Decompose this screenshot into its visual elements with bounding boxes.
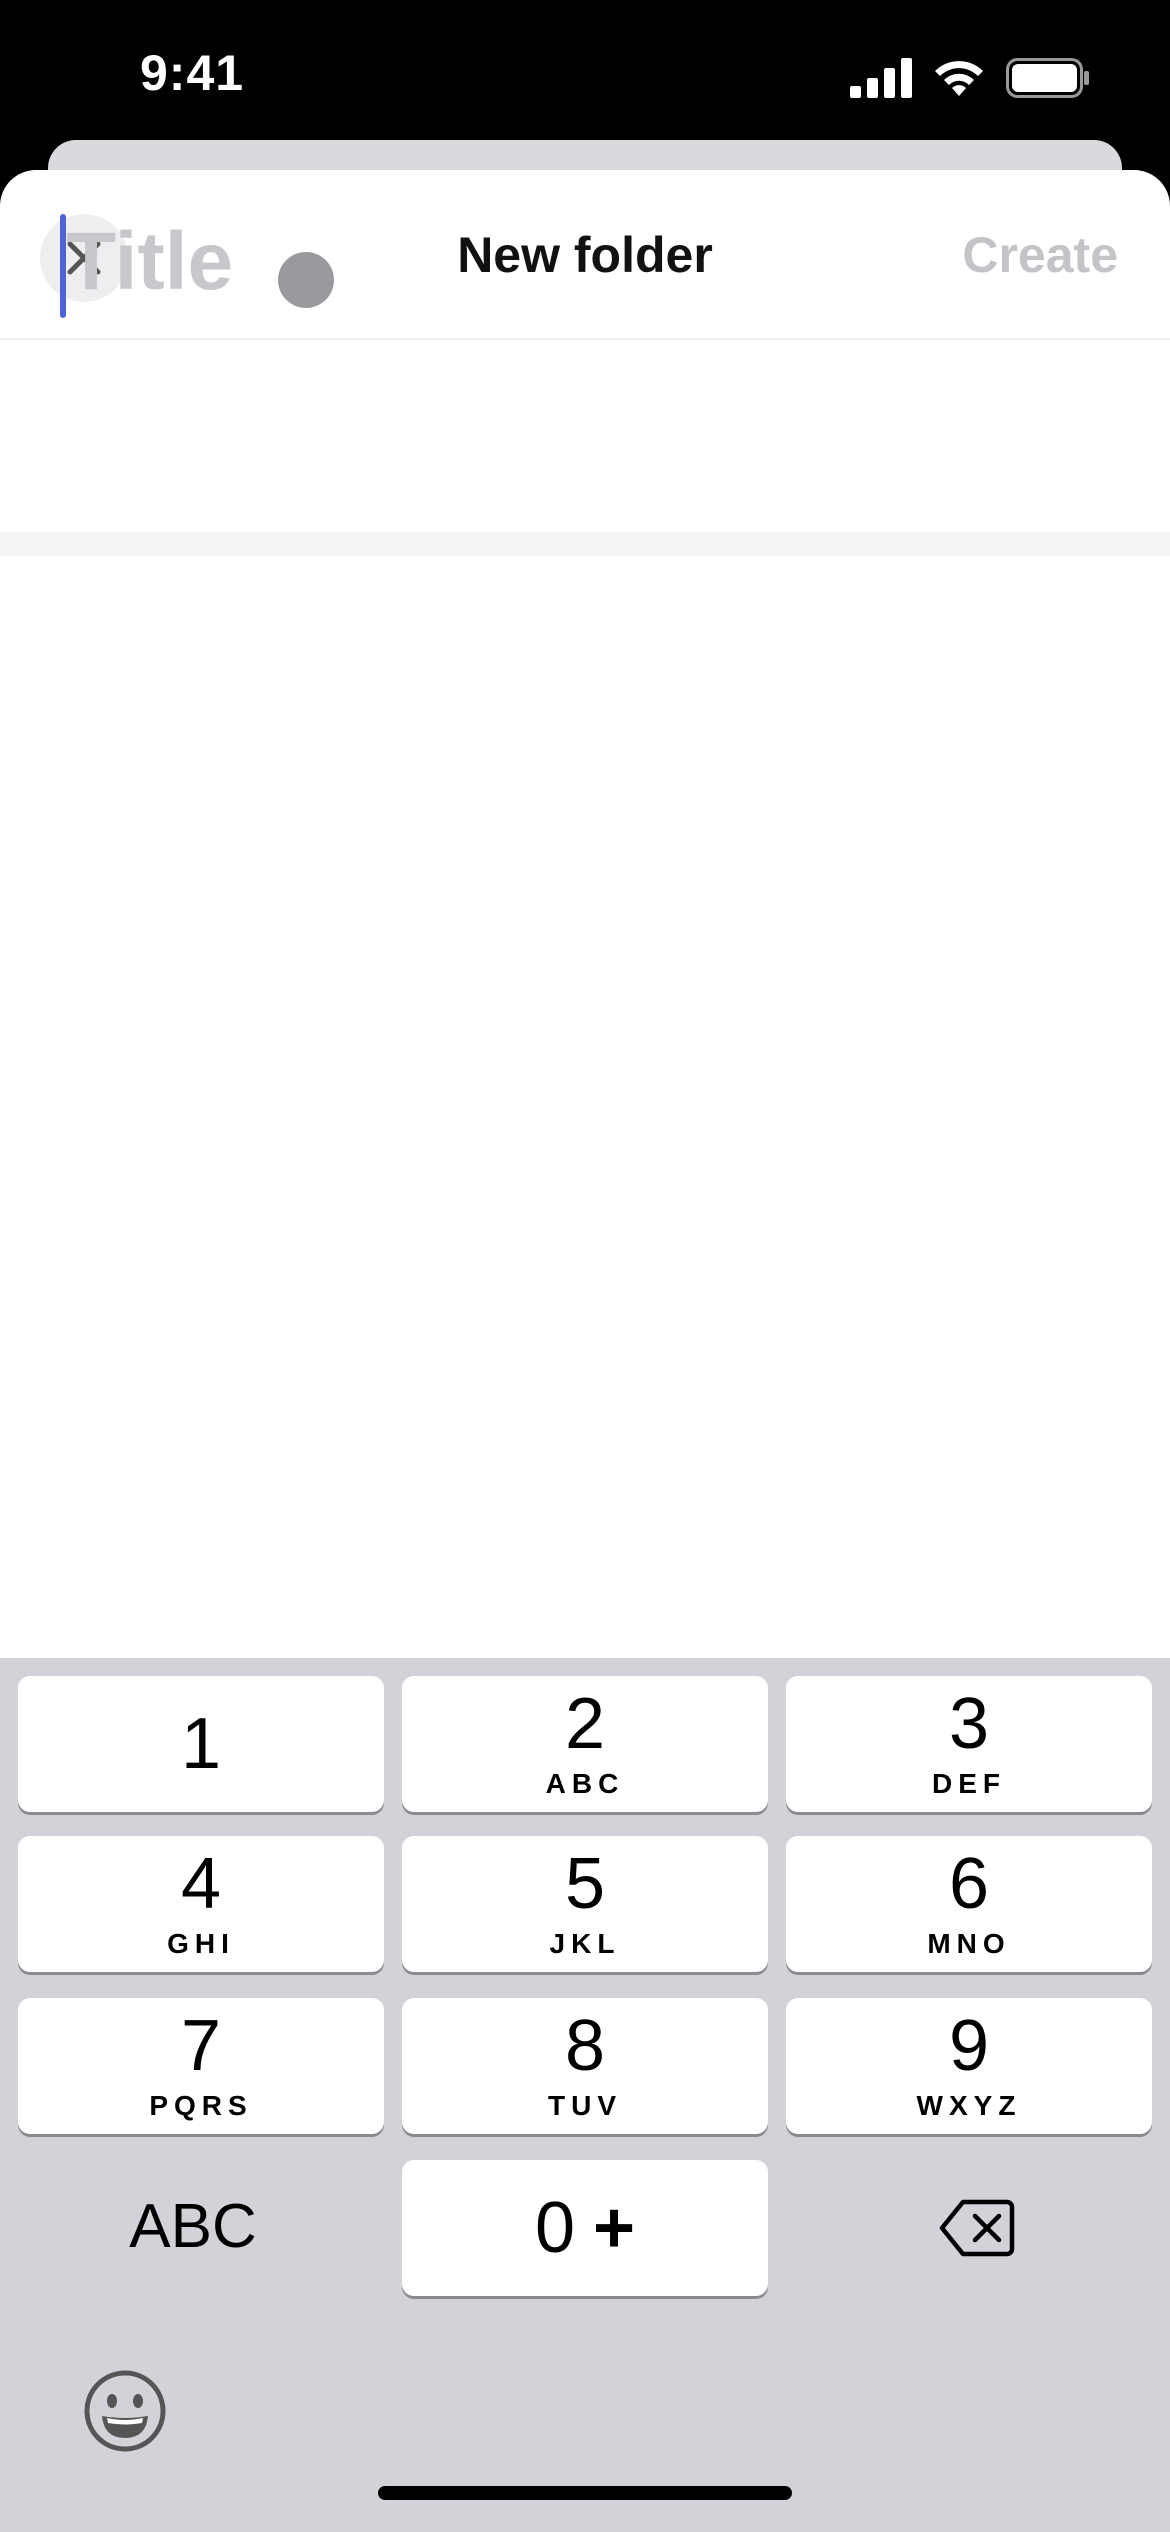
numeric-keyboard: 1 2 ABC 3 DEF 4 GHI 5 JKL 6 MNO 7 PQRS 8 bbox=[0, 1658, 1170, 2532]
key-letters: ABC bbox=[545, 1768, 625, 1799]
emoji-icon bbox=[84, 2370, 166, 2452]
title-input[interactable] bbox=[66, 202, 666, 322]
home-indicator[interactable] bbox=[378, 2486, 792, 2500]
key-8[interactable]: 8 TUV bbox=[402, 1998, 768, 2134]
key-plus: + bbox=[593, 2188, 636, 2268]
key-3[interactable]: 3 DEF bbox=[786, 1676, 1152, 1812]
abc-key[interactable]: ABC bbox=[10, 2158, 376, 2294]
key-letters: PQRS bbox=[149, 2090, 253, 2121]
key-digit: 1 bbox=[180, 1704, 222, 1784]
key-letters: GHI bbox=[167, 1928, 235, 1959]
wifi-icon bbox=[935, 61, 983, 96]
key-7[interactable]: 7 PQRS bbox=[18, 1998, 384, 2134]
key-1[interactable]: 1 bbox=[18, 1676, 384, 1812]
emoji-button[interactable] bbox=[82, 2368, 168, 2454]
key-digit: 5 bbox=[564, 1844, 606, 1924]
key-9[interactable]: 9 WXYZ bbox=[786, 1998, 1152, 2134]
key-2[interactable]: 2 ABC bbox=[402, 1676, 768, 1812]
abc-key-label: ABC bbox=[129, 2191, 257, 2261]
key-4[interactable]: 4 GHI bbox=[18, 1836, 384, 1972]
key-6[interactable]: 6 MNO bbox=[786, 1836, 1152, 1972]
key-letters: MNO bbox=[927, 1928, 1011, 1959]
key-digit: 7 bbox=[180, 2006, 222, 2086]
screen: 9:41 New folder Create Title 1 2 ABC 3 D… bbox=[0, 0, 1170, 2532]
key-letters: JKL bbox=[549, 1928, 621, 1959]
key-letters: WXYZ bbox=[916, 2090, 1022, 2121]
create-button[interactable]: Create bbox=[962, 226, 1118, 284]
key-digit: 8 bbox=[564, 2006, 606, 2086]
battery-icon bbox=[1006, 58, 1089, 98]
key-letters: TUV bbox=[548, 2090, 622, 2121]
divider bbox=[0, 532, 1170, 556]
key-digit: 0 bbox=[534, 2188, 575, 2268]
key-digit: 3 bbox=[948, 1684, 990, 1764]
key-digit: 6 bbox=[948, 1844, 990, 1924]
backspace-key[interactable] bbox=[794, 2160, 1160, 2296]
key-5[interactable]: 5 JKL bbox=[402, 1836, 768, 1972]
status-icons bbox=[850, 56, 1090, 100]
key-digit: 9 bbox=[948, 2006, 990, 2086]
status-time: 9:41 bbox=[140, 45, 245, 101]
backspace-icon bbox=[939, 2199, 1015, 2257]
status-bar: 9:41 bbox=[0, 0, 1170, 150]
key-letters: DEF bbox=[932, 1768, 1006, 1799]
text-selection-handle[interactable] bbox=[278, 252, 334, 308]
key-digit: 4 bbox=[180, 1844, 222, 1924]
key-0[interactable]: 0 + bbox=[402, 2160, 768, 2296]
key-digit: 2 bbox=[564, 1684, 606, 1764]
cellular-signal-icon bbox=[850, 58, 912, 98]
